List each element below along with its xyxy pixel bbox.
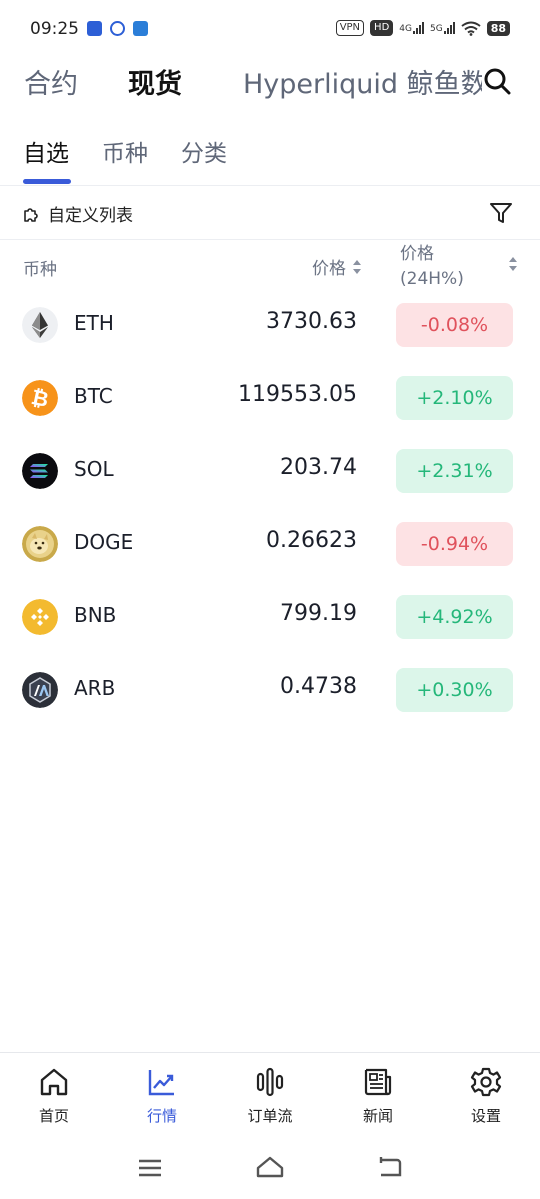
app-notification-icon xyxy=(87,21,102,36)
nav-market[interactable]: 行情 xyxy=(122,1065,202,1126)
filter-icon[interactable] xyxy=(488,200,514,226)
status-indicators: VPN HD 4G 5G 88 xyxy=(335,20,510,36)
coin-price: 799.19 xyxy=(280,601,357,626)
menu-icon[interactable] xyxy=(136,1154,164,1182)
coin-symbol: DOGE xyxy=(74,530,134,554)
coin-price: 3730.63 xyxy=(266,309,357,334)
watchlist-tabs: 自选 币种 分类 xyxy=(0,130,540,186)
bottom-navigation: 首页 行情 订单流 新闻 设置 xyxy=(0,1052,540,1138)
tab-coins[interactable]: 币种 xyxy=(102,134,148,168)
solana-icon xyxy=(22,453,58,489)
coin-row[interactable]: SOL 203.74 +2.31% xyxy=(0,435,540,508)
home-button-icon[interactable] xyxy=(256,1154,284,1182)
market-type-tabs: 合约 现货 Hyperliquid 鲸鱼数 xyxy=(0,56,540,106)
signal-4g-icon: 4G xyxy=(399,22,424,34)
change-badge: +2.10% xyxy=(396,376,513,420)
arbitrum-icon xyxy=(22,672,58,708)
change-badge: +0.30% xyxy=(396,668,513,712)
coin-symbol: BTC xyxy=(74,384,113,408)
nav-news[interactable]: 新闻 xyxy=(338,1065,418,1126)
back-icon[interactable] xyxy=(376,1154,404,1182)
coin-symbol: SOL xyxy=(74,457,114,481)
order-flow-icon xyxy=(256,1067,284,1097)
coin-row[interactable]: ARB 0.4738 +0.30% xyxy=(0,654,540,727)
coin-row[interactable]: ₿ BTC 119553.05 +2.10% xyxy=(0,362,540,435)
vpn-badge: VPN xyxy=(335,20,365,36)
sort-icon[interactable] xyxy=(508,255,518,273)
app-notification-icon xyxy=(110,21,125,36)
coin-symbol: BNB xyxy=(74,603,117,627)
ethereum-icon xyxy=(22,307,58,343)
notification-icons xyxy=(87,21,148,36)
tab-favorites[interactable]: 自选 xyxy=(23,134,69,168)
coin-price: 119553.05 xyxy=(238,382,357,407)
bnb-icon xyxy=(22,599,58,635)
status-bar: 09:25 VPN HD 4G 5G 88 xyxy=(0,0,540,60)
signal-5g-icon: 5G xyxy=(430,22,455,34)
change-badge: -0.94% xyxy=(396,522,513,566)
hd-badge: HD xyxy=(370,20,394,36)
search-icon[interactable] xyxy=(482,66,512,96)
tab-categories[interactable]: 分类 xyxy=(181,134,227,168)
custom-list-button[interactable]: 自定义列表 xyxy=(22,201,133,226)
custom-list-label: 自定义列表 xyxy=(48,206,133,226)
wifi-icon xyxy=(461,21,481,36)
tab-spot[interactable]: 现货 xyxy=(128,62,182,101)
custom-list-bar: 自定义列表 xyxy=(0,188,540,240)
change-badge: -0.08% xyxy=(396,303,513,347)
coin-symbol: ARB xyxy=(74,676,116,700)
puzzle-icon xyxy=(24,207,38,222)
dogecoin-icon xyxy=(22,526,58,562)
table-header: 币种 价格 价格 (24H%) xyxy=(0,240,540,295)
nav-order-flow[interactable]: 订单流 xyxy=(230,1065,310,1126)
column-header-change[interactable]: 价格 (24H%) xyxy=(400,242,464,292)
coin-price: 0.4738 xyxy=(280,674,357,699)
coin-row[interactable]: BNB 799.19 +4.92% xyxy=(0,581,540,654)
settings-gear-icon xyxy=(470,1067,502,1097)
battery-level: 88 xyxy=(486,20,510,36)
app-notification-icon xyxy=(133,21,148,36)
nav-home[interactable]: 首页 xyxy=(14,1065,94,1126)
change-badge: +2.31% xyxy=(396,449,513,493)
sort-icon xyxy=(353,259,361,274)
coin-row[interactable]: DOGE 0.26623 -0.94% xyxy=(0,508,540,581)
status-time: 09:25 xyxy=(30,19,79,39)
coin-price: 203.74 xyxy=(280,455,357,480)
market-chart-icon xyxy=(148,1070,174,1096)
nav-settings[interactable]: 设置 xyxy=(446,1065,526,1126)
column-header-coin[interactable]: 币种 xyxy=(23,255,57,280)
active-tab-indicator xyxy=(23,179,71,184)
coin-row[interactable]: ETH 3730.63 -0.08% xyxy=(0,289,540,362)
coin-symbol: ETH xyxy=(74,311,114,335)
news-icon xyxy=(364,1068,392,1096)
column-header-price[interactable]: 价格 xyxy=(312,254,362,279)
change-badge: +4.92% xyxy=(396,595,513,639)
tab-contract[interactable]: 合约 xyxy=(24,62,78,101)
system-navigation-bar xyxy=(0,1140,540,1199)
coin-price: 0.26623 xyxy=(266,528,357,553)
tab-hyperliquid-whale[interactable]: Hyperliquid 鲸鱼数 xyxy=(243,62,488,101)
home-icon xyxy=(40,1068,68,1096)
bitcoin-icon: ₿ xyxy=(22,380,58,416)
